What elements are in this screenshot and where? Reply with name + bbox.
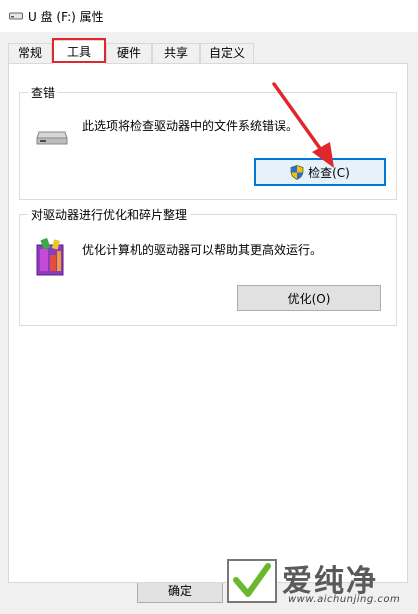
tab-general[interactable]: 常规: [8, 43, 52, 63]
tab-customize[interactable]: 自定义: [200, 43, 254, 63]
optimize-button[interactable]: 优化(O): [237, 285, 381, 311]
tab-tools[interactable]: 工具: [52, 40, 106, 64]
optimize-group: 对驱动器进行优化和碎片整理 优化计算机的驱动器可以帮助其更高效运行。 优化(O): [19, 206, 397, 326]
removable-drive-icon: [9, 12, 23, 20]
defrag-icon: [36, 237, 64, 276]
optimize-group-label: 对驱动器进行优化和碎片整理: [28, 206, 191, 223]
annotation-arrow: [272, 82, 334, 168]
tab-panel-tools: 查错 此选项将检查驱动器中的文件系统错误。 检查(C) 对驱动器进行优化和碎片整…: [8, 63, 408, 583]
tab-sharing[interactable]: 共享: [152, 43, 200, 63]
optimize-button-label: 优化(O): [287, 291, 331, 306]
watermark-logo-icon: [227, 559, 277, 603]
title-bar: U 盘 (F:) 属性: [0, 0, 418, 32]
window-title: U 盘 (F:) 属性: [28, 10, 104, 24]
error-check-group-label: 查错: [28, 84, 59, 101]
watermark-url: www.aichunjing.com: [288, 594, 401, 605]
ok-button-label: 确定: [167, 583, 192, 598]
drive-icon: [36, 131, 68, 145]
optimize-description: 优化计算机的驱动器可以帮助其更高效运行。: [82, 243, 323, 257]
watermark: 爱纯净 www.aichunjing.com: [222, 556, 412, 608]
error-check-group: 查错 此选项将检查驱动器中的文件系统错误。 检查(C): [19, 84, 397, 200]
tab-hardware[interactable]: 硬件: [106, 43, 152, 63]
error-check-description: 此选项将检查驱动器中的文件系统错误。: [82, 119, 299, 133]
